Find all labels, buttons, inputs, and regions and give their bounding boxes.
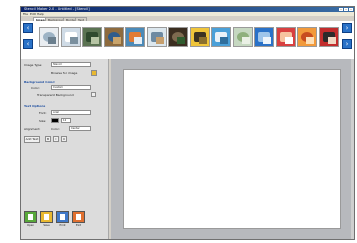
canvas-area	[111, 59, 354, 239]
thumbnail-crane[interactable]	[146, 27, 167, 47]
maximize-button[interactable]	[344, 8, 348, 11]
thumbnail-pattern[interactable]	[232, 27, 253, 47]
thumbnail-bird[interactable]	[39, 27, 59, 47]
image-type-label: Image Type:	[24, 63, 43, 67]
left-arrow-icon[interactable]: ‹	[23, 39, 33, 49]
thumbnail-mosaic[interactable]	[103, 27, 124, 47]
vertical-scrollbar[interactable]	[351, 59, 354, 239]
menu-help[interactable]: Help	[37, 12, 44, 16]
image-type-select[interactable]: Stencil	[51, 62, 91, 67]
close-button[interactable]	[349, 8, 353, 11]
text-color-label: Color:	[51, 127, 60, 131]
menu-file[interactable]: File	[23, 12, 28, 16]
thumbnail-figure[interactable]	[318, 27, 339, 47]
color-label: Color:	[31, 86, 40, 90]
color-select[interactable]: Custom	[51, 85, 91, 90]
browse-label: Browse for image	[51, 71, 78, 75]
left-arrow-icon[interactable]: ‹	[23, 23, 33, 33]
right-arrow-icon[interactable]: ›	[342, 39, 352, 49]
thumbnail-red-circle[interactable]	[275, 27, 296, 47]
thumbnail-seagull[interactable]	[60, 27, 81, 47]
exit-label: Exit	[76, 224, 81, 227]
print-label: Print	[59, 224, 66, 227]
open-icon[interactable]	[24, 211, 37, 223]
menu-bar: File Edit Help	[21, 12, 354, 16]
alignment-label: Alignment:	[24, 127, 41, 131]
add-text-button[interactable]: Add Text	[24, 136, 40, 143]
open-label: Open	[27, 224, 34, 227]
folder-icon[interactable]	[91, 70, 97, 76]
thumbnail-strip: ‹ ‹ › ›	[21, 21, 354, 59]
bold-button[interactable]: B	[45, 136, 51, 142]
thumbnail-yellow-bird[interactable]	[189, 27, 210, 47]
font-select[interactable]: Arial	[51, 110, 91, 115]
save-icon[interactable]	[40, 211, 53, 223]
options-panel: Image Type: Stencil Browse for image Bac…	[21, 59, 109, 239]
text-section-header: Text Options	[24, 104, 46, 108]
exit-icon[interactable]	[72, 211, 85, 223]
stencil-canvas[interactable]	[123, 69, 341, 229]
background-section-header: Background Color:	[24, 80, 56, 84]
right-arrow-icon[interactable]: ›	[342, 23, 352, 33]
size-label: Size:	[39, 119, 47, 123]
thumbnail-landscape[interactable]	[211, 27, 231, 47]
transparent-checkbox[interactable]	[91, 92, 96, 97]
print-icon[interactable]	[56, 211, 69, 223]
size-input[interactable]: 12	[61, 118, 71, 123]
thumbnail-eagle[interactable]	[168, 27, 188, 47]
app-window: Stencil Maker 2.0 - Untitled - [Stencil]…	[20, 6, 355, 240]
thumbnail-trees[interactable]	[82, 27, 102, 47]
transparent-label: Transparent Background	[37, 93, 74, 97]
thumbnail-blue-circle[interactable]	[254, 27, 274, 47]
minimize-button[interactable]	[339, 8, 343, 11]
thumbnail-orange-floral[interactable]	[297, 27, 317, 47]
menu-edit[interactable]: Edit	[30, 12, 36, 16]
italic-button[interactable]: I	[53, 136, 59, 142]
text-color-swatch[interactable]	[51, 118, 59, 123]
font-label: Font:	[39, 111, 47, 115]
alignment-select[interactable]: Center	[69, 126, 91, 131]
underline-button[interactable]: U	[61, 136, 67, 142]
thumbnail-fish[interactable]	[125, 27, 145, 47]
save-label: Save	[43, 224, 50, 227]
